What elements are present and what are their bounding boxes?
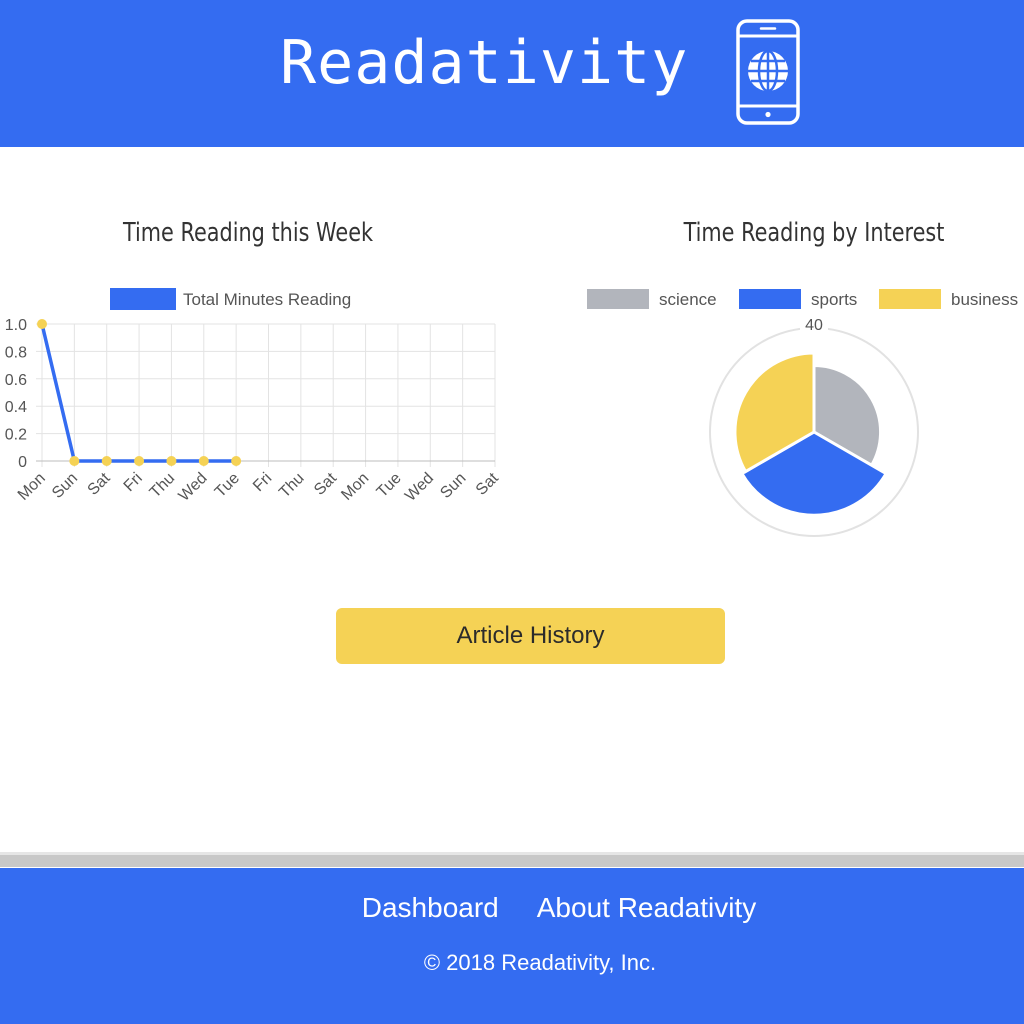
x-tick-label: Mon [15, 470, 49, 504]
x-tick-label: Wed [402, 470, 437, 505]
pie-chart: science sports business 40 [587, 289, 1018, 537]
y-tick-label: 0.8 [5, 344, 27, 361]
legend-swatch-science [587, 289, 649, 309]
footer-link-dashboard[interactable]: Dashboard [362, 892, 499, 924]
data-point [198, 456, 209, 466]
x-tick-label: Tue [212, 470, 243, 501]
radial-tick-label: 40 [805, 317, 823, 334]
y-tick-label: 0.2 [5, 427, 27, 444]
legend-label-business: business [951, 290, 1018, 309]
y-tick-label: 0 [18, 454, 27, 471]
legend-swatch-sports [739, 289, 801, 309]
y-tick-label: 0.4 [5, 399, 27, 416]
legend-label-science: science [659, 290, 717, 309]
brand-logo[interactable]: Readativity [280, 28, 688, 98]
x-tick-label: Tue [374, 470, 405, 501]
data-point [101, 456, 112, 466]
x-tick-label: Wed [176, 470, 211, 505]
copyright-text: © 2018 Readativity, Inc. [423, 950, 657, 975]
line-chart: Total Minutes Reading 0 0.2 0.4 0.6 0.8 1.0 Mon… [5, 288, 502, 505]
x-tick-label: Mon [338, 470, 372, 504]
smartphone-globe-icon [736, 19, 800, 125]
site-header: Readativity [0, 0, 1024, 147]
x-tick-label: Sat [473, 469, 502, 498]
data-point [166, 456, 177, 466]
x-tick-label: Fri [250, 470, 275, 495]
x-tick-label: Fri [121, 470, 146, 495]
footer-link-about[interactable]: About Readativity [537, 892, 756, 924]
line-chart-title: Time Reading this Week [122, 218, 374, 248]
y-tick-label: 1.0 [5, 317, 27, 334]
site-footer: Dashboard About Readativity © 2018 Reada… [0, 868, 1024, 1024]
data-point [69, 456, 80, 466]
y-tick-label: 0.6 [5, 372, 27, 389]
legend-label-sports: sports [811, 290, 857, 309]
legend-label-total-minutes: Total Minutes Reading [183, 290, 351, 309]
x-tick-label: Sat [85, 469, 114, 498]
x-tick-label: Sun [49, 470, 81, 502]
x-tick-label: Sat [311, 469, 340, 498]
footer-nav: Dashboard About Readativity [0, 892, 1024, 924]
data-point [37, 319, 47, 329]
x-tick-label: Sun [437, 470, 469, 502]
footer-divider [0, 852, 1024, 867]
legend-swatch-business [879, 289, 941, 309]
data-point [231, 456, 242, 466]
x-tick-label: Thu [147, 470, 179, 502]
article-history-button[interactable]: Article History [336, 608, 725, 664]
x-tick-label: Thu [276, 470, 308, 502]
pie-chart-title: Time Reading by Interest [683, 218, 945, 248]
legend-swatch-total-minutes [110, 288, 176, 310]
data-point [134, 456, 145, 466]
